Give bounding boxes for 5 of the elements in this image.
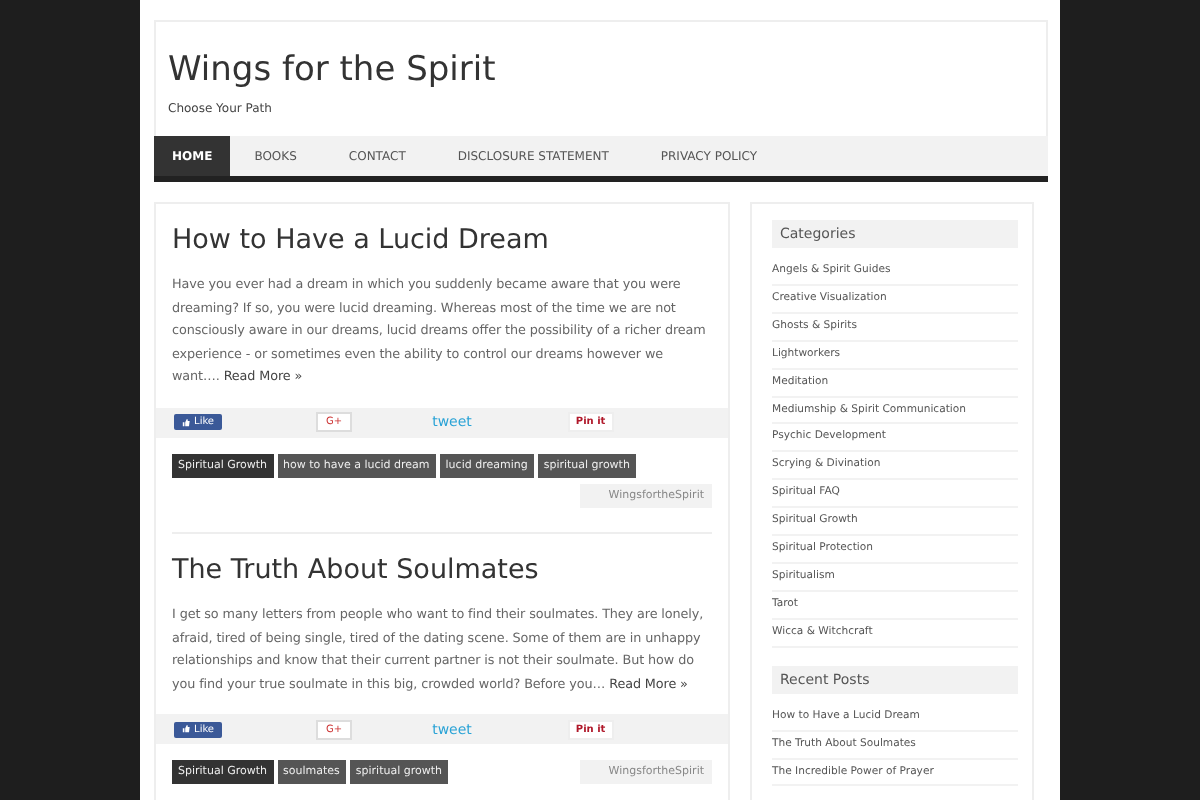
thumbs-up-icon — [182, 724, 191, 735]
post-title[interactable]: The Truth About Soulmates — [172, 553, 712, 586]
post-title[interactable]: How to Have a Lucid Dream — [172, 224, 712, 256]
site-title[interactable]: Wings for the Spirit — [168, 50, 1034, 90]
thumbs-up-icon — [182, 417, 191, 428]
